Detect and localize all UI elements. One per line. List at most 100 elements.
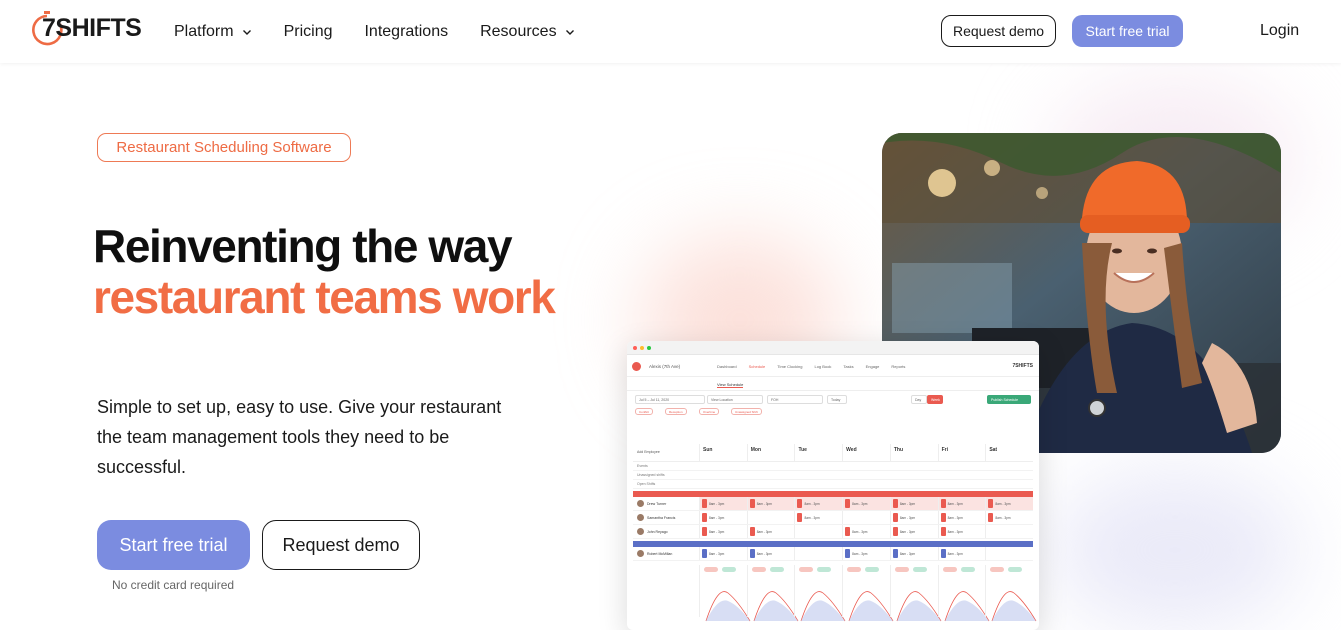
day-thu: Thu	[889, 444, 938, 461]
row-events: Events	[633, 462, 1033, 471]
shift-cell	[794, 525, 842, 538]
site-header: 7SHIFTS Platform Pricing Integrations Re…	[0, 0, 1341, 63]
table-row: Drew Turner 8am - 3pm 8am - 3pm 8am - 3p…	[633, 497, 1034, 511]
shift-label: 8am - 3pm	[947, 529, 963, 534]
request-demo-button[interactable]: Request demo	[941, 15, 1056, 47]
hero-headline-accent: restaurant teams work	[93, 271, 556, 323]
shift-cell	[746, 511, 795, 524]
app-filter-chip: Conflict	[635, 408, 654, 415]
shift-label: 8am - 3pm	[804, 501, 820, 506]
shift-cell: 8am - 3pm	[746, 547, 795, 560]
chevron-down-icon	[242, 30, 251, 35]
hero-start-free-trial-button[interactable]: Start free trial	[97, 520, 250, 570]
shift-cell: 8am - 3pm	[794, 497, 843, 510]
app-tab-dashboard: Dashboard	[717, 364, 737, 369]
shift-cell: 8am - 3pm	[746, 497, 795, 510]
shift-label: 8am - 3pm	[804, 515, 820, 520]
app-subtab-view-schedule: View Schedule	[717, 382, 744, 388]
decorative-glow	[1050, 470, 1300, 630]
shift-label: 8am - 3pm	[852, 551, 868, 556]
shift-label: 8am - 3pm	[947, 515, 963, 520]
login-link[interactable]: Login	[1260, 22, 1299, 40]
nav-resources-label: Resources	[480, 23, 557, 40]
shift-label: 8am - 3pm	[899, 551, 916, 556]
labor-chart	[633, 565, 1037, 622]
shift-label: 8am - 3pm	[995, 515, 1011, 520]
app-navbar: Alexis (7th Ave) Dashboard Schedule Time…	[627, 355, 1039, 377]
shift-label: 8am - 3pm	[709, 501, 725, 506]
shift-cell	[985, 547, 1033, 560]
avatar	[637, 528, 644, 535]
shift-cell	[794, 547, 842, 560]
table-row: Robert McMillan 8am - 3pm 8am - 3pm 8am …	[633, 547, 1033, 561]
table-row: John Reyago 8am - 3pm 8am - 3pm 8am - 3p…	[633, 525, 1033, 539]
shift-cell: 8am - 3pm	[889, 547, 938, 560]
app-publish-button: Publish Schedule	[987, 395, 1031, 404]
schedule-app-preview: Alexis (7th Ave) Dashboard Schedule Time…	[627, 341, 1039, 630]
row-unassigned: Unassigned shifts	[633, 471, 1033, 480]
shift-cell	[985, 525, 1033, 538]
shift-cell: 8am - 3pm	[842, 497, 890, 510]
shift-cell: 8am - 3pm	[985, 497, 1034, 510]
employee-cell: Drew Turner	[633, 497, 699, 510]
window-close-dot	[633, 346, 637, 350]
app-day-button: Day	[911, 395, 927, 404]
shift-cell: 8am - 3pm	[699, 525, 747, 538]
app-tabs: Dashboard Schedule Time Clocking Log Boo…	[717, 364, 905, 369]
shift-cell: 8am - 3pm	[937, 547, 986, 560]
shift-cell: 8am - 3pm	[937, 525, 986, 538]
employee-cell: Samantha Francis	[633, 511, 699, 524]
labor-chart-col	[842, 565, 894, 622]
nav-integrations[interactable]: Integrations	[364, 20, 448, 44]
shift-label: 8am - 3pm	[756, 501, 772, 506]
shift-cell: 8am - 3pm	[699, 547, 747, 560]
shift-label: 8am - 3pm	[852, 529, 868, 534]
app-tab-log-book: Log Book	[814, 364, 832, 369]
nav-platform[interactable]: Platform	[174, 20, 252, 44]
nav-resources[interactable]: Resources	[480, 20, 574, 44]
employee-name: Samantha Francis	[647, 515, 676, 520]
app-filter-chip: Reception	[665, 408, 687, 415]
avatar	[637, 500, 644, 507]
hero-request-demo-button[interactable]: Request demo	[262, 520, 420, 570]
window-minimize-dot	[640, 346, 644, 350]
app-filter-chip: Overtime	[699, 408, 720, 415]
day-sun: Sun	[699, 444, 747, 461]
start-free-trial-button[interactable]: Start free trial	[1072, 15, 1183, 47]
shift-label: 8am - 3pm	[709, 515, 725, 520]
shift-label: 8am - 3pm	[995, 501, 1011, 506]
nav-integrations-label: Integrations	[364, 23, 449, 40]
row-open-shifts: Open Shifts	[633, 480, 1033, 489]
employee-name: John Reyago	[647, 529, 668, 534]
nav-pricing[interactable]: Pricing	[284, 20, 333, 44]
labor-chart-col	[794, 565, 846, 622]
shift-label: 8am - 3pm	[899, 515, 916, 520]
shift-label: 8am - 3pm	[709, 551, 725, 556]
day-wed: Wed	[842, 444, 890, 461]
shift-cell: 8am - 3pm	[699, 511, 747, 524]
employee-name: Robert McMillan	[647, 551, 673, 556]
shift-cell: 8am - 3pm	[842, 547, 890, 560]
app-filter-chip: Unassigned Shift	[731, 408, 762, 415]
app-dept-select: FOH	[767, 395, 823, 404]
logo[interactable]: 7SHIFTS	[30, 8, 142, 48]
labor-chart-col	[937, 565, 989, 622]
shift-cell: 8am - 3pm	[889, 525, 938, 538]
shift-cell: 8am - 3pm	[937, 511, 986, 524]
shift-label: 8am - 3pm	[899, 501, 916, 506]
logo-text: 7SHIFTS	[42, 13, 142, 42]
app-tab-time-clocking: Time Clocking	[777, 364, 803, 369]
app-filters: Conflict Reception Overtime Unassigned S…	[627, 407, 1039, 417]
shift-label: 8am - 3pm	[947, 501, 963, 506]
window-titlebar	[627, 341, 1039, 355]
labor-chart-col	[985, 565, 1037, 622]
category-badge: Restaurant Scheduling Software	[97, 133, 351, 162]
shift-label: 8am - 3pm	[947, 551, 963, 556]
app-view-select: View Location	[707, 395, 763, 404]
app-today-button: Today	[827, 395, 847, 404]
table-row: Samantha Francis 8am - 3pm 8am - 3pm 8am…	[633, 511, 1033, 525]
shift-cell	[842, 511, 890, 524]
employee-name: Drew Turner	[647, 501, 667, 506]
day-tue: Tue	[794, 444, 842, 461]
day-fri: Fri	[937, 444, 986, 461]
